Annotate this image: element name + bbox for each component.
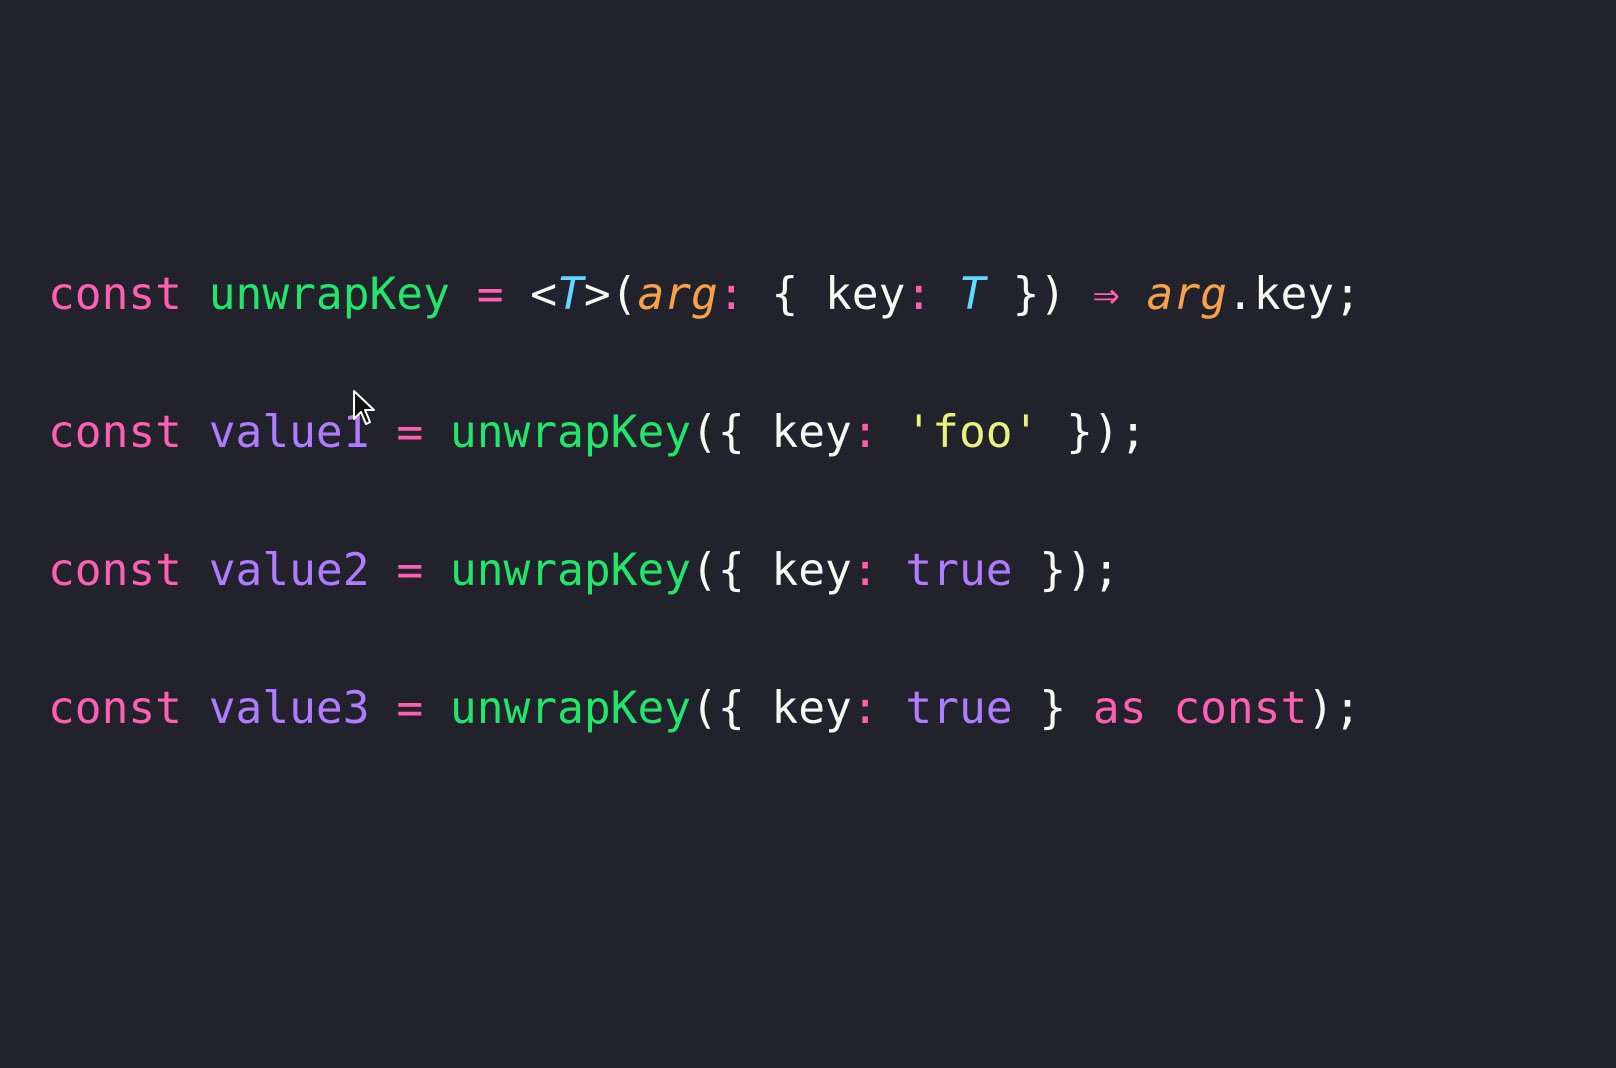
code-token-function: unwrapKey xyxy=(449,545,692,596)
code-token-plain: } xyxy=(1012,683,1093,734)
code-token-keyword: as xyxy=(1092,683,1147,734)
code-line-3: const value2 = unwrapKey({ key: true }); xyxy=(48,544,1588,598)
code-token-plain: }); xyxy=(1039,407,1147,458)
code-token-keyword: = xyxy=(396,683,424,734)
code-screenshot: { "colors": { "background": "#22222d", "… xyxy=(0,0,1616,1068)
code-token-function: unwrapKey xyxy=(449,683,692,734)
code-token-keyword: = xyxy=(476,269,504,320)
code-token-parameter: arg xyxy=(637,269,718,320)
code-token-keyword: : xyxy=(717,269,745,320)
code-token-plain: }) xyxy=(985,269,1093,320)
code-token-plain: >( xyxy=(583,269,638,320)
code-token-function: unwrapKey xyxy=(449,407,692,458)
code-token-keyword: : xyxy=(851,545,879,596)
code-token-plain: ({ key xyxy=(691,545,852,596)
code-token-type: T xyxy=(557,269,584,320)
code-line-2: const value1 = unwrapKey({ key: 'foo' })… xyxy=(48,406,1588,460)
code-token-plain: }); xyxy=(1012,545,1120,596)
code-token-keyword: : xyxy=(851,683,879,734)
code-token-plain: < xyxy=(503,269,558,320)
code-token-string: 'foo' xyxy=(905,407,1040,458)
code-token-plain: ); xyxy=(1307,683,1361,734)
code-token-plain: ({ key xyxy=(691,407,852,458)
code-token-type: T xyxy=(958,269,986,320)
mouse-pointer-icon xyxy=(353,390,375,425)
code-token-variable: value3 xyxy=(208,683,370,734)
code-token-plain: ({ key xyxy=(691,683,852,734)
code-token-keyword: const xyxy=(48,269,182,320)
code-token-keyword: const xyxy=(48,545,182,596)
code-token-function: unwrapKey xyxy=(208,269,450,320)
code-token-keyword: = xyxy=(396,407,424,458)
code-line-1: const unwrapKey = <T>(arg: { key: T }) ⇒… xyxy=(48,268,1588,322)
code-token-keyword: : xyxy=(905,269,933,320)
code-token-plain: { key xyxy=(744,269,906,320)
code-token-keyword: = xyxy=(396,545,424,596)
code-token-keyword: const xyxy=(48,683,182,734)
code-token-boolean: true xyxy=(905,545,1013,596)
code-token-variable: value1 xyxy=(208,407,370,458)
code-token-keyword: const xyxy=(48,407,182,458)
code-token-keyword: const xyxy=(1173,683,1308,734)
code-token-boolean: true xyxy=(905,683,1013,734)
code-token-variable: value2 xyxy=(208,545,370,596)
code-token-parameter: arg xyxy=(1146,269,1227,320)
code-line-4: const value3 = unwrapKey({ key: true } a… xyxy=(48,682,1588,736)
code-editor: const unwrapKey = <T>(arg: { key: T }) ⇒… xyxy=(48,268,1588,820)
code-token-keyword: : xyxy=(851,407,879,458)
code-token-keyword: ⇒ xyxy=(1092,269,1120,320)
code-token-plain: .key; xyxy=(1226,269,1361,320)
